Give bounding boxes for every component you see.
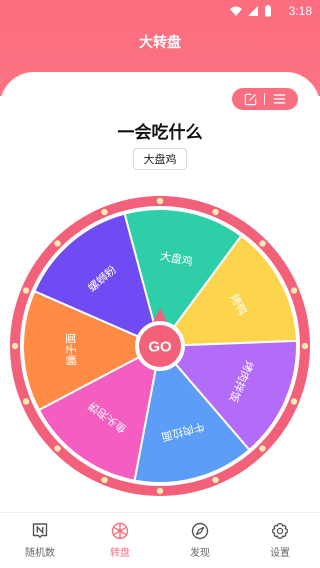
- pill-divider: [264, 93, 266, 105]
- rim-dot: [156, 487, 164, 495]
- rim-dot: [290, 287, 298, 294]
- n-box-icon: [32, 523, 48, 539]
- page-title: 大转盘: [139, 35, 181, 51]
- go-button-label: GO: [148, 339, 172, 356]
- question-title: 一会吃什么: [117, 123, 203, 143]
- tab-label: 转盘: [110, 548, 130, 559]
- rim-dot: [101, 476, 108, 484]
- tab-label: 发现: [190, 548, 210, 559]
- tab-label: 随机数: [25, 548, 55, 559]
- battery-icon: [265, 5, 271, 17]
- tab-wheel[interactable]: 转盘: [80, 513, 160, 568]
- rim-dot: [22, 287, 30, 294]
- rim-dot: [156, 197, 164, 205]
- rim-dot: [101, 208, 108, 216]
- edit-button[interactable]: [243, 91, 259, 107]
- tab-settings[interactable]: 设置: [240, 513, 320, 568]
- list-button[interactable]: [271, 91, 287, 107]
- result-box: 大盘鸡: [133, 148, 187, 170]
- action-pill: [232, 88, 298, 110]
- wifi-icon: [230, 6, 242, 16]
- rim-dot: [212, 208, 219, 216]
- rim-dot: [212, 476, 219, 484]
- wheel-segment-label: 臊子面: [64, 333, 78, 366]
- tab-discover[interactable]: 发现: [160, 513, 240, 568]
- gear-icon: [271, 522, 289, 540]
- menu-icon: [273, 94, 285, 104]
- rim-dot: [22, 398, 30, 405]
- rim-dot: [290, 398, 298, 405]
- rim-dot: [259, 445, 266, 452]
- tab-label: 设置: [270, 548, 290, 559]
- rim-dot: [11, 342, 19, 350]
- tab-random-number[interactable]: 随机数: [0, 513, 80, 568]
- lucky-wheel: 大盘鸡烤鸭烤肉拌饭牛肉拉面鱼头泡饼臊子面螺蛳粉 GO: [10, 196, 310, 496]
- bottom-tab-bar: 随机数 转盘 发现 设置: [0, 512, 320, 568]
- edit-icon: [245, 93, 257, 105]
- wheel-icon: [111, 522, 129, 540]
- compass-icon: [191, 522, 209, 540]
- rim-dot: [259, 240, 266, 247]
- status-bar: 3:18: [0, 0, 320, 24]
- status-time: 3:18: [288, 4, 312, 18]
- rim-dot: [54, 240, 61, 247]
- signal-icon: [248, 6, 258, 16]
- rim-dot: [54, 445, 61, 452]
- status-icons: [230, 5, 272, 17]
- rim-dot: [301, 342, 309, 350]
